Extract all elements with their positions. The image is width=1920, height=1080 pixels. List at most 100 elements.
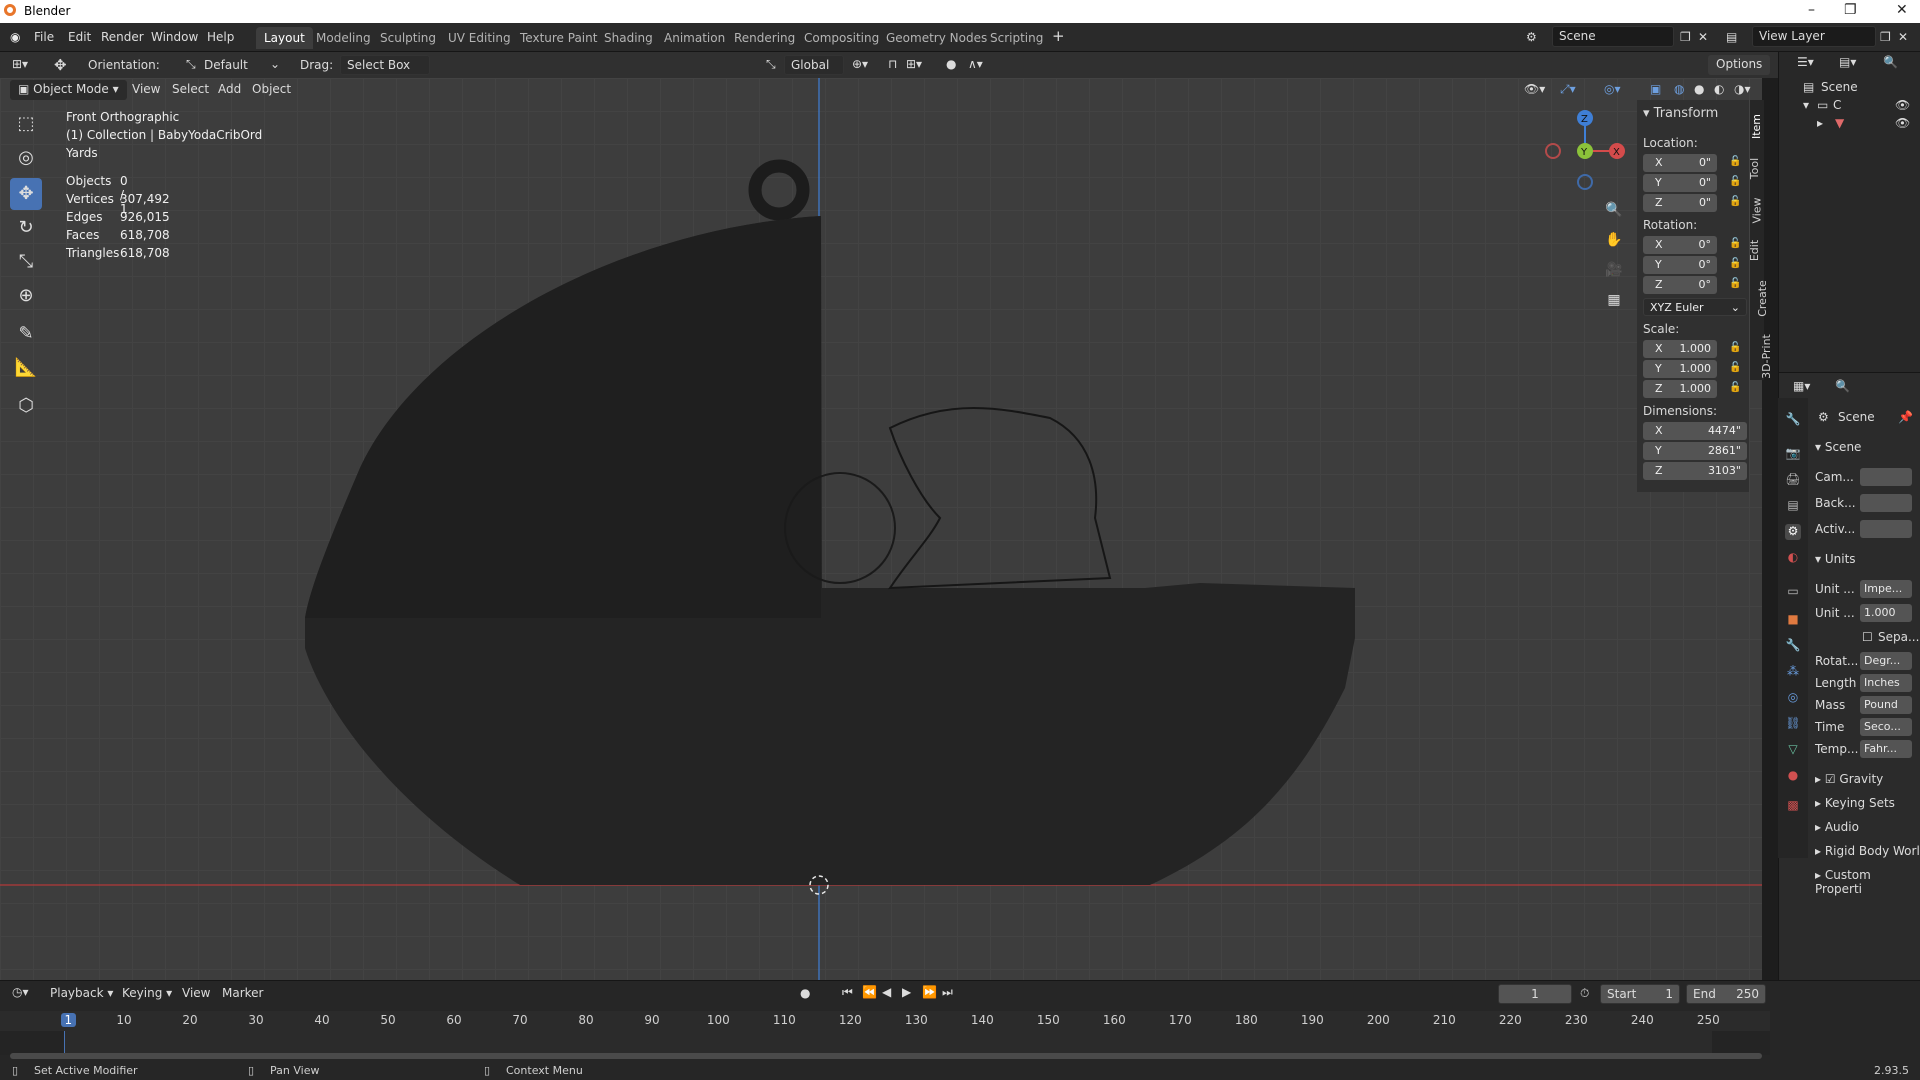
menu-view[interactable]: View <box>132 82 160 96</box>
rotation-y-field[interactable]: Y 0° <box>1643 256 1717 274</box>
editor-type-icon[interactable]: ⊞▾ <box>12 57 28 71</box>
dimensions-z-field[interactable]: Z 3103" <box>1643 462 1747 480</box>
tab-edit[interactable]: Edit <box>1748 240 1761 261</box>
tab-texture-paint[interactable]: Texture Paint <box>512 27 605 49</box>
tab-3d-print[interactable]: 3D-Print <box>1760 334 1773 379</box>
transform-orientation-dropdown[interactable]: Global <box>784 55 844 75</box>
solid-shading-icon[interactable]: ● <box>1694 82 1704 96</box>
search-icon[interactable]: 🔍 <box>1883 55 1898 69</box>
background-scene-field[interactable] <box>1860 494 1912 512</box>
tab-rendering[interactable]: Rendering <box>726 27 803 49</box>
pan-hand-icon[interactable]: ✋ <box>1598 224 1630 256</box>
world-properties-icon[interactable]: ◐ <box>1785 550 1801 566</box>
lock-icon[interactable]: 🔓 <box>1729 156 1741 167</box>
scale-z-field[interactable]: Z 1.000 <box>1643 380 1717 398</box>
data-properties-icon[interactable]: ▽ <box>1785 742 1801 758</box>
gizmo-toggle-icon[interactable]: ⤢▾ <box>1560 82 1576 97</box>
mass-dropdown[interactable]: Pound <box>1860 696 1912 714</box>
add-workspace-icon[interactable]: + <box>1052 27 1065 45</box>
3d-viewport[interactable]: ▣ Object Mode ▾ View Select Add Object 👁… <box>0 78 1762 980</box>
prev-keyframe-icon[interactable]: ⏪ <box>862 985 877 999</box>
record-icon[interactable]: ● <box>800 986 810 1000</box>
physics-properties-icon[interactable]: ◎ <box>1785 690 1801 706</box>
menu-render[interactable]: Render <box>101 30 144 44</box>
visibility-icon[interactable]: 👁 <box>1895 98 1910 112</box>
display-mode-icon[interactable]: ▤▾ <box>1839 55 1856 69</box>
pin-icon[interactable]: 📌 <box>1898 410 1913 424</box>
rotate-tool-icon[interactable]: ↻ <box>10 212 42 244</box>
end-frame-field[interactable]: End 250 <box>1686 984 1766 1004</box>
scale-tool-icon[interactable]: ⤡ <box>10 246 42 278</box>
current-frame-field[interactable]: 1 <box>1498 984 1572 1004</box>
menu-playback[interactable]: Playback ▾ <box>50 986 113 1000</box>
modifier-properties-icon[interactable]: 🔧 <box>1785 638 1801 654</box>
tab-view[interactable]: View <box>1751 197 1764 223</box>
units-section-header[interactable]: ▾ Units <box>1815 552 1856 566</box>
gizmo-neg-x-icon[interactable] <box>1545 143 1561 159</box>
tab-layout[interactable]: Layout <box>256 27 313 49</box>
camera-field[interactable] <box>1860 468 1912 486</box>
menu-object[interactable]: Object <box>252 82 291 96</box>
scene-selector-icon[interactable]: ⚙ <box>1526 30 1537 44</box>
constraints-properties-icon[interactable]: ⛓ <box>1785 716 1801 732</box>
view-layer-field[interactable]: View Layer <box>1752 26 1876 47</box>
tab-compositing[interactable]: Compositing <box>796 27 887 49</box>
search-icon[interactable]: 🔍 <box>1835 379 1850 393</box>
outliner-scene-root[interactable]: Scene <box>1821 80 1858 94</box>
tab-modeling[interactable]: Modeling <box>308 27 379 49</box>
scale-y-field[interactable]: Y 1.000 <box>1643 360 1717 378</box>
delete-scene-icon[interactable]: ✕ <box>1698 30 1708 44</box>
lock-icon[interactable]: 🔓 <box>1729 362 1741 373</box>
scene-properties-icon[interactable]: ⚙ <box>1785 524 1801 540</box>
pivot-point-icon[interactable]: ⊕▾ <box>852 57 868 71</box>
output-properties-icon[interactable]: 🖨 <box>1785 472 1801 488</box>
play-reverse-icon[interactable]: ◀ <box>882 985 891 999</box>
material-shading-icon[interactable]: ◐ <box>1714 82 1724 96</box>
minimize-icon[interactable]: – <box>1808 2 1815 18</box>
texture-properties-icon[interactable]: ▩ <box>1785 798 1801 814</box>
timeline-scrollbar[interactable] <box>10 1053 1762 1059</box>
mesh-object-icon[interactable]: ▼ <box>1835 116 1844 130</box>
menu-marker[interactable]: Marker <box>222 986 263 1000</box>
tab-uv-editing[interactable]: UV Editing <box>440 27 519 49</box>
jump-start-icon[interactable]: ⏮ <box>842 985 853 1000</box>
ortho-grid-icon[interactable]: ▦ <box>1598 284 1630 316</box>
menu-help[interactable]: Help <box>207 30 234 44</box>
lock-icon[interactable]: 🔓 <box>1729 238 1741 249</box>
start-frame-field[interactable]: Start 1 <box>1600 984 1680 1004</box>
scale-x-field[interactable]: X 1.000 <box>1643 340 1717 358</box>
lock-icon[interactable]: 🔓 <box>1729 258 1741 269</box>
unit-system-dropdown[interactable]: Impe... <box>1860 580 1912 598</box>
blender-menu-icon[interactable]: ◉ <box>10 30 20 44</box>
new-scene-icon[interactable]: ❐ <box>1680 30 1691 44</box>
unit-scale-field[interactable]: 1.000 <box>1860 604 1912 622</box>
menu-timeline-view[interactable]: View <box>182 986 210 1000</box>
menu-window[interactable]: Window <box>151 30 198 44</box>
menu-keying[interactable]: Keying ▾ <box>122 986 172 1000</box>
menu-file[interactable]: File <box>34 30 54 44</box>
measure-tool-icon[interactable]: 📐 <box>10 352 42 384</box>
lock-icon[interactable]: 🔓 <box>1729 382 1741 393</box>
wireframe-shading-icon[interactable]: ◍ <box>1674 82 1684 96</box>
rotation-z-field[interactable]: Z 0° <box>1643 276 1717 294</box>
outliner-collection[interactable]: C <box>1833 98 1841 112</box>
close-icon[interactable]: ✕ <box>1896 2 1908 18</box>
scene-field[interactable]: Scene <box>1552 26 1674 47</box>
transform-tool-icon[interactable]: ⊕ <box>10 280 42 312</box>
menu-edit[interactable]: Edit <box>68 30 91 44</box>
active-clip-field[interactable] <box>1860 520 1912 538</box>
properties-editor-icon[interactable]: ▦▾ <box>1793 379 1810 393</box>
rotation-mode-dropdown[interactable]: XYZ Euler ⌄ <box>1643 298 1747 316</box>
overlay-toggle-icon[interactable]: ◎▾ <box>1604 82 1621 96</box>
tab-item[interactable]: Item <box>1750 114 1763 139</box>
view-layer-properties-icon[interactable]: ▤ <box>1785 498 1801 514</box>
tab-tool[interactable]: Tool <box>1748 158 1761 179</box>
visibility-icon[interactable]: 👁▾ <box>1524 82 1545 96</box>
next-keyframe-icon[interactable]: ⏩ <box>922 985 937 999</box>
collection-properties-icon[interactable]: ▭ <box>1785 584 1801 600</box>
view-layer-icon[interactable]: ▤ <box>1726 30 1737 44</box>
frame-ruler[interactable]: 1 10 20 30 40 50 60 70 80 90 100 110 120 130 140 150 160… <box>0 1011 1770 1031</box>
clock-icon[interactable]: ⏱ <box>1580 986 1589 1001</box>
object-properties-icon[interactable]: ■ <box>1785 612 1801 628</box>
jump-end-icon[interactable]: ⏭ <box>942 985 953 1000</box>
